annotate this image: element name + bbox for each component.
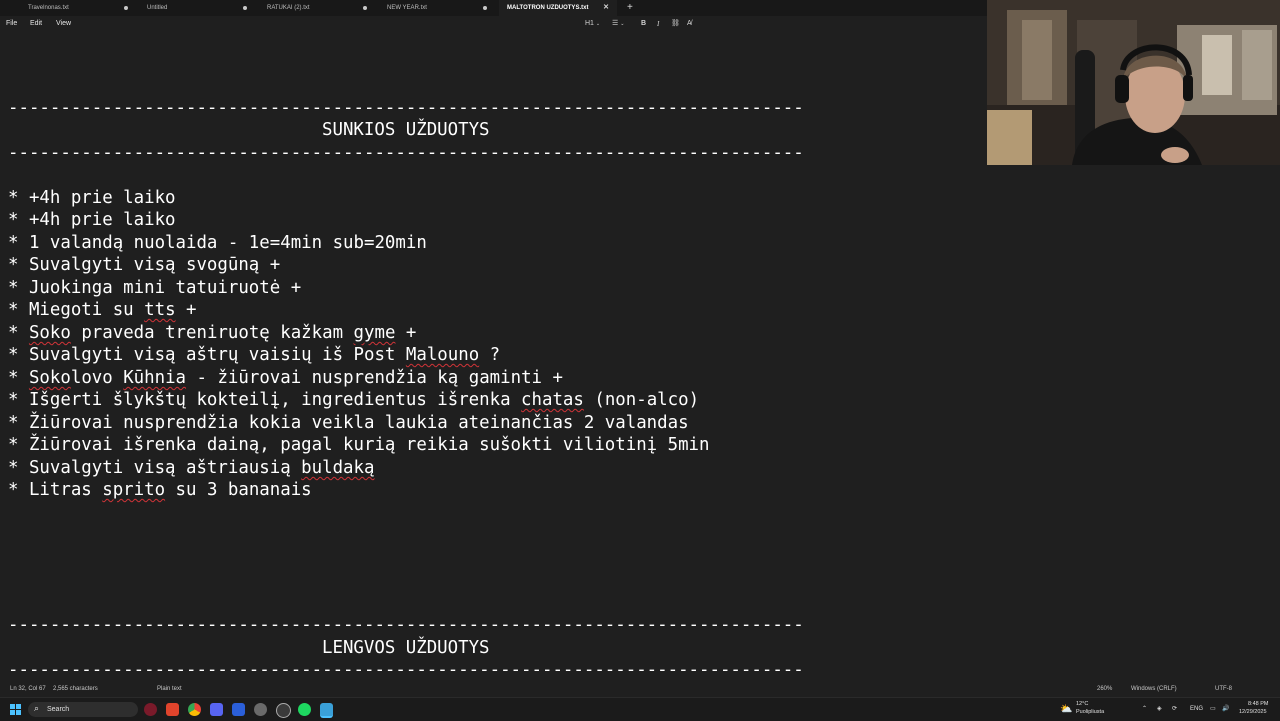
clock-date[interactable]: 12/29/2025 (1239, 709, 1267, 716)
list-icon: ☰ (612, 20, 619, 27)
webcam-overlay (987, 0, 1280, 165)
discord-app-icon[interactable] (210, 703, 223, 716)
separator-line: ----------------------------------------… (8, 143, 804, 163)
tab-label: Untitled (147, 5, 168, 11)
link-icon[interactable]: ⛓ (671, 16, 680, 32)
windows-start-icon[interactable] (10, 704, 22, 716)
unsaved-dot-icon (243, 6, 247, 10)
weather-temp: 12°C (1076, 701, 1089, 707)
task-line: * Žiūrovai nusprendžia kokia veikla lauk… (8, 413, 689, 433)
menu-edit[interactable]: Edit (30, 16, 42, 32)
cloud-sun-icon[interactable]: ⛅ (1060, 698, 1072, 721)
clear-formatting-icon[interactable]: A̸ (687, 16, 692, 32)
task-line: * Miegoti su tts + (8, 300, 197, 320)
chevron-down-icon: ⌄ (595, 21, 601, 27)
task-line: * 1 valandą nuolaida - 1e=4min sub=20min (8, 233, 427, 253)
heading-label: H1 (585, 20, 594, 27)
menu-file[interactable]: File (6, 16, 17, 32)
list-dropdown[interactable]: ☰ ⌄ (612, 16, 624, 32)
task-line: * +4h prie laiko (8, 188, 176, 208)
tab-maltotron[interactable]: MALTOTRON UZDUOTYS.txt ✕ (499, 0, 617, 16)
sync-icon[interactable]: ⟳ (1172, 698, 1177, 721)
zoom-level[interactable]: 260% (1097, 682, 1112, 696)
separator-line: ----------------------------------------… (8, 660, 804, 680)
clock-time[interactable]: 8:48 PM (1248, 701, 1268, 708)
character-count: 2,565 characters (53, 686, 98, 692)
separator-line: ----------------------------------------… (8, 615, 804, 635)
chevron-down-icon: ⌄ (620, 21, 625, 27)
opera-app-icon[interactable] (144, 703, 157, 716)
search-icon: ⌕ (34, 703, 40, 713)
task-line: * Juokinga mini tatuiruotė + (8, 278, 302, 298)
section-heading-easy: LENGVOS UŽDUOTYS (322, 638, 490, 658)
tab-label: NEW YEAR.txt (387, 5, 427, 11)
heading-dropdown[interactable]: H1 ⌄ (585, 16, 600, 32)
task-line: * Išgerti šlykštų kokteilį, ingredientus… (8, 390, 700, 410)
tab-label: MALTOTRON UZDUOTYS.txt (507, 5, 589, 11)
task-line: * Soko praveda treniruotę kažkam gyme + (8, 323, 417, 343)
network-icon[interactable]: ◈ (1157, 698, 1162, 721)
taskbar: ⌕ Search ⛅ 12°C Puolipliusta ⌃ ◈ ⟳ ENG ▭… (0, 697, 1280, 721)
unsaved-dot-icon (363, 6, 367, 10)
app-icon[interactable] (232, 703, 245, 716)
tab-new-year[interactable]: NEW YEAR.txt (379, 0, 497, 16)
close-icon[interactable]: ✕ (603, 0, 609, 16)
chrome-app-icon[interactable] (188, 703, 201, 716)
new-tab-button[interactable]: + (627, 0, 633, 16)
unsaved-dot-icon (124, 6, 128, 10)
tab-label: RATUKAI (2).txt (267, 5, 310, 11)
status-bar: Ln 32, Col 67 2,565 characters Plain tex… (0, 682, 1280, 696)
tab-label: Travelnonas.txt (28, 5, 69, 11)
section-heading-hard: SUNKIOS UŽDUOTYS (322, 120, 490, 140)
obs-app-icon[interactable] (276, 703, 291, 718)
search-placeholder: Search (47, 706, 70, 713)
encoding[interactable]: UTF-8 (1215, 682, 1232, 696)
task-line: * Suvalgyti visą svogūną + (8, 255, 281, 275)
settings-app-icon[interactable] (254, 703, 267, 716)
task-line: * Suvalgyti visą aštriausią buldaką (8, 458, 375, 478)
cursor-position: Ln 32, Col 67 (10, 686, 46, 692)
weather-desc: Puolipliusta (1076, 709, 1105, 715)
task-line: * Sokolovo Kūhnia - žiūrovai nusprendžia… (8, 368, 563, 388)
tab-untitled[interactable]: Untitled (139, 0, 257, 16)
tab-ratukai[interactable]: RATUKAI (2).txt (259, 0, 377, 16)
monitor-icon[interactable]: ▭ (1210, 698, 1216, 721)
task-line: * Žiūrovai išrenka dainą, pagal kurią re… (8, 435, 710, 455)
format-indicator[interactable]: Plain text (157, 682, 182, 696)
line-ending[interactable]: Windows (CRLF) (1131, 682, 1177, 696)
spotify-app-icon[interactable] (298, 703, 311, 716)
unsaved-dot-icon (483, 6, 487, 10)
taskbar-search[interactable]: ⌕ Search (28, 702, 138, 717)
italic-button[interactable]: I (657, 16, 659, 32)
volume-icon[interactable]: 🔊 (1222, 698, 1229, 721)
task-line: * +4h prie laiko (8, 210, 176, 230)
chevron-up-icon[interactable]: ⌃ (1142, 698, 1147, 721)
brave-app-icon[interactable] (166, 703, 179, 716)
webcam-image (987, 0, 1280, 165)
menu-view[interactable]: View (56, 16, 71, 32)
task-line: * Suvalgyti visą aštrų vaisių iš Post Ma… (8, 345, 501, 365)
task-line: * Litras sprito su 3 bananais (8, 480, 312, 500)
bold-button[interactable]: B (641, 16, 646, 32)
language-indicator[interactable]: ENG (1190, 698, 1203, 721)
notepad-app-icon[interactable] (320, 703, 333, 718)
separator-line: ----------------------------------------… (8, 98, 804, 118)
tab-travelnonas[interactable]: Travelnonas.txt (20, 0, 138, 16)
